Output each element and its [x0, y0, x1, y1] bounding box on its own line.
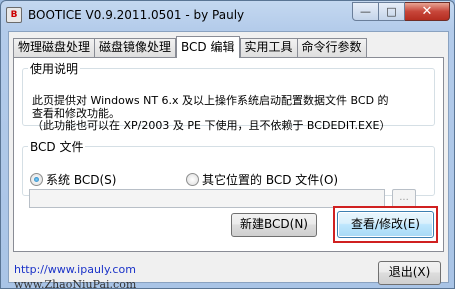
- window-title: BOOTICE V0.9.2011.0501 - by Pauly: [28, 8, 245, 22]
- usage-description: 此页提供对 Windows NT 6.x 及以上操作系统启动配置数据文件 BCD…: [32, 94, 430, 133]
- client-area: 物理磁盘处理 磁盘镜像处理 BCD 编辑 实用工具 命令行参数 使用说明 此页提…: [8, 31, 449, 289]
- minimize-button[interactable]: —: [352, 2, 379, 21]
- website-link[interactable]: http://www.ipauly.com: [14, 263, 136, 276]
- bcd-file-group: BCD 文件 系统 BCD(S) 其它位置的 BCD 文件(O) ...: [22, 138, 435, 208]
- radio-system-bcd-label: 系统 BCD(S): [46, 173, 117, 187]
- tab-bcd-edit[interactable]: BCD 编辑: [176, 36, 240, 58]
- maximize-button[interactable]: □: [379, 2, 405, 21]
- bcd-source-options: 系统 BCD(S) 其它位置的 BCD 文件(O): [30, 171, 430, 187]
- minimize-icon: —: [360, 5, 371, 18]
- close-icon: ✕: [421, 4, 433, 19]
- radio-unselected-icon: [186, 173, 199, 186]
- new-bcd-button[interactable]: 新建BCD(N): [231, 213, 317, 237]
- close-button[interactable]: ✕: [405, 2, 450, 21]
- view-edit-button[interactable]: 查看/修改(E): [337, 211, 434, 238]
- tab-disk-image[interactable]: 磁盘镜像处理: [94, 38, 177, 57]
- radio-selected-icon: [30, 173, 43, 186]
- usage-line: （此功能也可以在 XP/2003 及 PE 下使用，且不依赖于 BCDEDIT.…: [32, 119, 391, 132]
- radio-other-bcd-label: 其它位置的 BCD 文件(O): [202, 173, 339, 187]
- bcd-file-group-title: BCD 文件: [30, 140, 84, 154]
- tab-command-line[interactable]: 命令行参数: [296, 38, 367, 57]
- usage-group-title: 使用说明: [30, 62, 79, 76]
- radio-system-bcd[interactable]: 系统 BCD(S): [30, 171, 116, 188]
- tab-utilities[interactable]: 实用工具: [239, 38, 298, 57]
- usage-line: 此页提供对 Windows NT 6.x 及以上操作系统启动配置数据文件 BCD…: [32, 94, 389, 107]
- tab-physical-disk[interactable]: 物理磁盘处理: [13, 38, 96, 57]
- watermark-text: www.ZhaoNiuPai.com: [14, 278, 137, 289]
- title-bar[interactable]: B BOOTICE V0.9.2011.0501 - by Pauly — □ …: [1, 1, 454, 31]
- caption-buttons: — □ ✕: [352, 2, 450, 22]
- bcd-edit-panel: 使用说明 此页提供对 Windows NT 6.x 及以上操作系统启动配置数据文…: [13, 57, 444, 252]
- radio-other-bcd[interactable]: 其它位置的 BCD 文件(O): [186, 171, 338, 188]
- maximize-icon: □: [386, 5, 397, 18]
- exit-button[interactable]: 退出(X): [378, 261, 441, 285]
- bcd-path-field[interactable]: [29, 189, 385, 208]
- tab-strip: 物理磁盘处理 磁盘镜像处理 BCD 编辑 实用工具 命令行参数: [13, 36, 367, 58]
- bootice-window: B BOOTICE V0.9.2011.0501 - by Pauly — □ …: [0, 0, 455, 289]
- app-icon: B: [6, 7, 22, 23]
- usage-group: 使用说明 此页提供对 Windows NT 6.x 及以上操作系统启动配置数据文…: [22, 60, 435, 132]
